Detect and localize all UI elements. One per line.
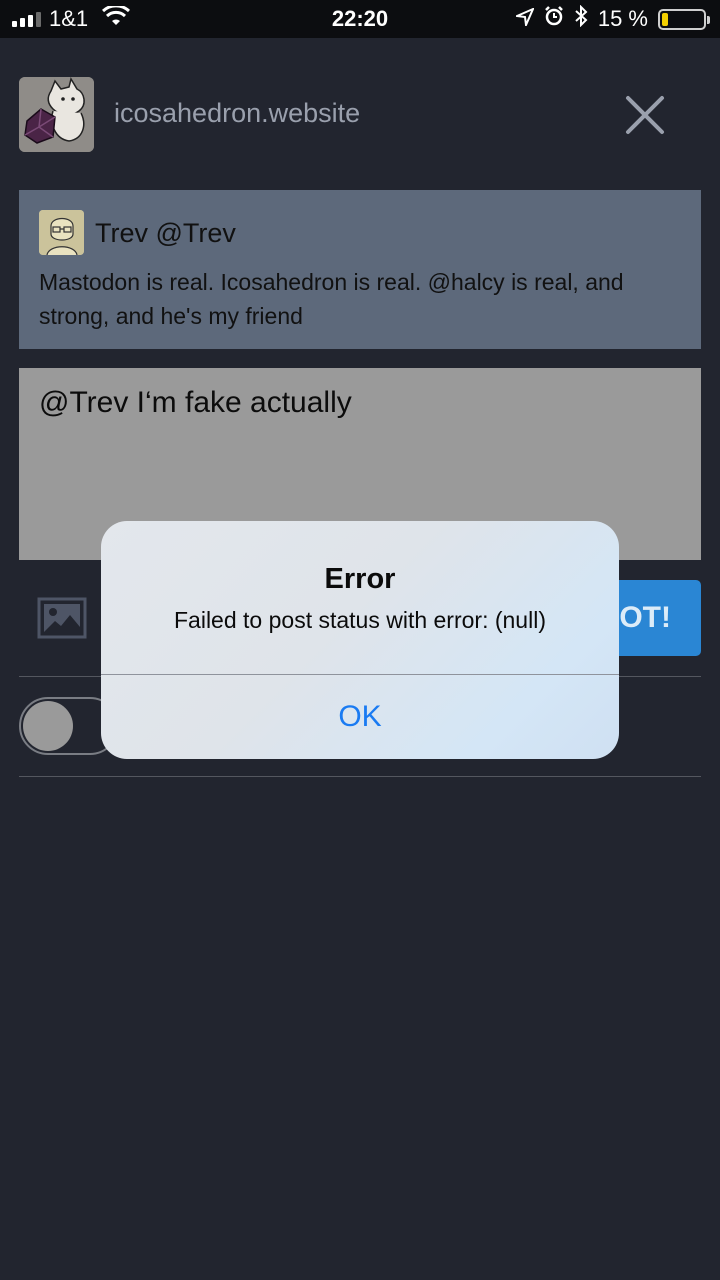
close-button[interactable] xyxy=(620,90,670,140)
alert-message: Failed to post status with error: (null) xyxy=(174,607,546,633)
alert-ok-button[interactable]: OK xyxy=(101,675,619,759)
close-icon xyxy=(626,96,664,134)
alarm-icon xyxy=(544,6,564,32)
reply-to-card: Trev @Trev Mastodon is real. Icosahedron… xyxy=(19,190,701,349)
divider xyxy=(19,776,701,777)
reply-handle: @Trev xyxy=(155,218,236,248)
alert-title: Error xyxy=(324,563,396,595)
reply-author-avatar xyxy=(39,210,84,255)
instance-name: icosahedron.website xyxy=(114,98,361,128)
error-alert-dialog: Error Failed to post status with error: … xyxy=(101,521,619,759)
status-bar: 1&1 22:20 15 % xyxy=(0,0,720,38)
location-arrow-icon xyxy=(513,6,535,32)
instance-avatar xyxy=(19,77,94,152)
toggle-knob xyxy=(23,701,73,751)
battery-percent: 15 % xyxy=(597,6,648,31)
bluetooth-icon xyxy=(574,4,588,33)
battery-icon xyxy=(658,8,710,30)
reply-display-name: Trev xyxy=(95,218,148,248)
image-icon xyxy=(37,597,87,639)
attach-media-button[interactable] xyxy=(37,597,87,639)
reply-text: Mastodon is real. Icosahedron is real. @… xyxy=(39,269,624,329)
